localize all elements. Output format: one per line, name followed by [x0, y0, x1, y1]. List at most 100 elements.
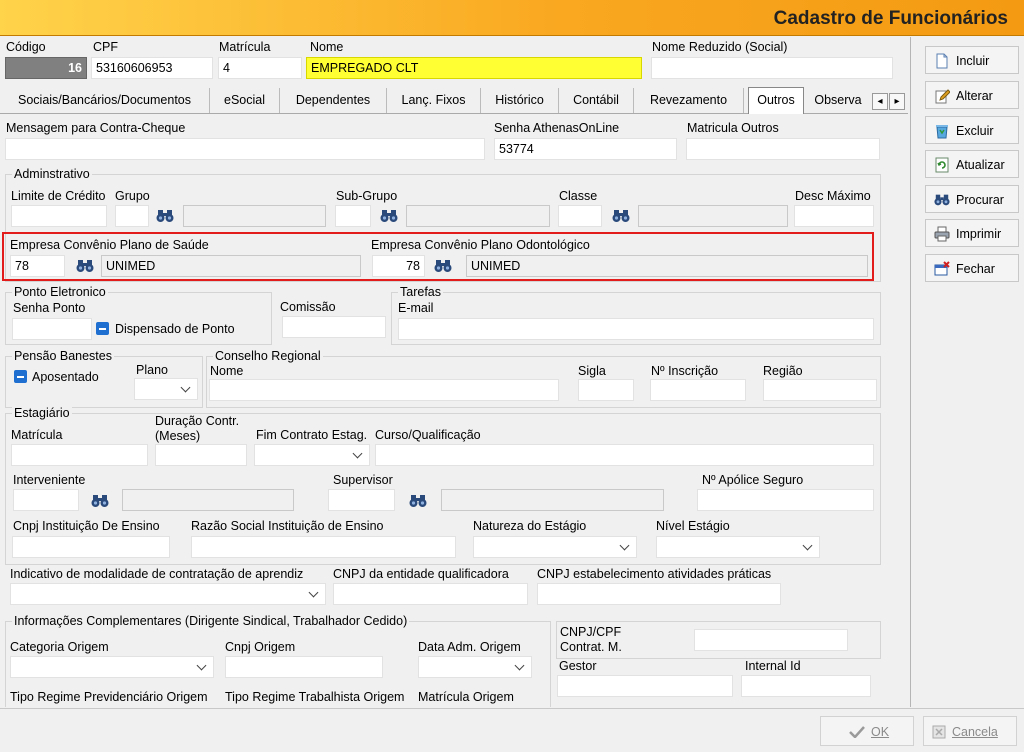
sigla-field[interactable]: [578, 379, 634, 401]
classe-search-icon[interactable]: [612, 209, 630, 223]
modalidade-label: Indicativo de modalidade de contratação …: [10, 567, 304, 581]
tab-scroll-left[interactable]: ◂: [872, 93, 888, 110]
interveniente-label: Interveniente: [13, 473, 86, 487]
highlight-box: [2, 232, 874, 281]
plano-select[interactable]: [134, 378, 198, 400]
internal-id-label: Internal Id: [745, 659, 801, 673]
tab-historico[interactable]: Histórico: [481, 88, 559, 113]
cancela-button[interactable]: Cancela: [923, 716, 1017, 746]
ok-button[interactable]: OK: [820, 716, 914, 746]
tab-dependentes[interactable]: Dependentes: [280, 88, 387, 113]
cnpj-estabelecimento-field[interactable]: [537, 583, 781, 605]
cancela-label: Cancela: [952, 725, 998, 739]
tab-observacoes[interactable]: Observa: [806, 88, 870, 113]
nivel-select[interactable]: [656, 536, 820, 558]
matricula-field[interactable]: 4: [218, 57, 302, 79]
internal-id-field[interactable]: [741, 675, 871, 697]
nome-label: Nome: [310, 40, 344, 54]
cnpj-origem-field[interactable]: [225, 656, 383, 678]
matricula-label: Matrícula: [219, 40, 271, 54]
subgrupo-label: Sub-Grupo: [336, 189, 398, 203]
conselho-nome-label: Nome: [210, 364, 244, 378]
fim-contrato-select[interactable]: [254, 444, 370, 466]
data-adm-origem-select[interactable]: [418, 656, 532, 678]
categoria-origem-label: Categoria Origem: [10, 640, 109, 654]
grupo-code-field[interactable]: [115, 205, 149, 227]
cnpj-qualificadora-field[interactable]: [333, 583, 528, 605]
tab-outros[interactable]: Outros: [748, 87, 804, 114]
desc-maximo-field[interactable]: [794, 205, 874, 227]
classe-label: Classe: [559, 189, 598, 203]
natureza-label: Natureza do Estágio: [473, 519, 587, 533]
dispensado-ponto-checkbox[interactable]: [96, 322, 109, 335]
alterar-button[interactable]: Alterar: [925, 81, 1019, 109]
natureza-select[interactable]: [473, 536, 637, 558]
comissao-field[interactable]: [282, 316, 386, 338]
aposentado-checkbox[interactable]: [14, 370, 27, 383]
subgrupo-search-icon[interactable]: [380, 209, 398, 223]
refresh-icon: [935, 157, 949, 173]
limite-credito-field[interactable]: [11, 205, 107, 227]
curso-label: Curso/Qualificação: [375, 428, 481, 442]
senha-athenas-field[interactable]: 53774: [494, 138, 677, 160]
nivel-label: Nível Estágio: [656, 519, 730, 533]
codigo-label: Código: [6, 40, 46, 54]
matricula-origem-label: Matrícula Origem: [418, 690, 514, 704]
apolice-label: Nº Apólice Seguro: [702, 473, 804, 487]
title-bar: Cadastro de Funcionários: [0, 0, 1024, 36]
curso-field[interactable]: [375, 444, 874, 466]
cpf-label: CPF: [93, 40, 118, 54]
pensao-title: Pensão Banestes: [12, 349, 114, 363]
conselho-nome-field[interactable]: [209, 379, 559, 401]
razao-social-field[interactable]: [191, 536, 456, 558]
cnpj-cpf-field[interactable]: [694, 629, 848, 651]
fim-contrato-label: Fim Contrato Estag.: [256, 428, 368, 442]
duracao-field[interactable]: [155, 444, 247, 466]
recycle-bin-icon: [936, 125, 948, 139]
matricula-outros-field[interactable]: [686, 138, 880, 160]
excluir-button[interactable]: Excluir: [925, 116, 1019, 144]
incluir-button[interactable]: Incluir: [925, 46, 1019, 74]
plano-label: Plano: [136, 363, 168, 377]
modalidade-select[interactable]: [10, 583, 326, 605]
estagio-matricula-field[interactable]: [11, 444, 148, 466]
cnpj-qualificadora-label: CNPJ da entidade qualificadora: [333, 567, 509, 581]
senha-ponto-field[interactable]: [12, 318, 92, 340]
categoria-origem-select[interactable]: [10, 656, 214, 678]
interveniente-code[interactable]: [13, 489, 79, 511]
gestor-field[interactable]: [557, 675, 733, 697]
interveniente-search-icon[interactable]: [91, 494, 109, 508]
atualizar-button[interactable]: Atualizar: [925, 150, 1019, 178]
supervisor-search-icon[interactable]: [409, 494, 427, 508]
mensagem-field[interactable]: [5, 138, 485, 160]
imprimir-button[interactable]: Imprimir: [925, 219, 1019, 247]
nome-reduzido-field[interactable]: [651, 57, 893, 79]
window-title: Cadastro de Funcionários: [773, 8, 1008, 29]
classe-code-field[interactable]: [558, 205, 602, 227]
tipo-trab-label: Tipo Regime Trabalhista Origem: [225, 690, 405, 704]
tab-esocial[interactable]: eSocial: [210, 88, 280, 113]
senha-athenas-label: Senha AthenasOnLine: [494, 121, 620, 135]
fechar-button[interactable]: Fechar: [925, 254, 1019, 282]
cnpj-instituicao-field[interactable]: [12, 536, 170, 558]
tab-lanc-fixos[interactable]: Lanç. Fixos: [387, 88, 481, 113]
tab-contabil[interactable]: Contábil: [559, 88, 634, 113]
codigo-field: 16: [5, 57, 87, 79]
conselho-title: Conselho Regional: [213, 349, 323, 363]
regiao-field[interactable]: [763, 379, 877, 401]
cpf-field[interactable]: 53160606953: [91, 57, 213, 79]
tab-scroll-right[interactable]: ▸: [889, 93, 905, 110]
procurar-button[interactable]: Procurar: [925, 185, 1019, 213]
subgrupo-code-field[interactable]: [335, 205, 371, 227]
nome-field[interactable]: EMPREGADO CLT: [306, 57, 642, 79]
grupo-search-icon[interactable]: [156, 209, 174, 223]
inscricao-field[interactable]: [650, 379, 746, 401]
apolice-field[interactable]: [697, 489, 874, 511]
email-field[interactable]: [398, 318, 874, 340]
tab-revezamento[interactable]: Revezamento: [634, 88, 744, 113]
razao-social-label: Razão Social Instituição de Ensino: [191, 519, 384, 533]
duracao-label-2: (Meses): [155, 429, 201, 443]
close-window-icon: [934, 261, 950, 276]
tab-sociais[interactable]: Sociais/Bancários/Documentos: [0, 88, 210, 113]
supervisor-code[interactable]: [328, 489, 395, 511]
